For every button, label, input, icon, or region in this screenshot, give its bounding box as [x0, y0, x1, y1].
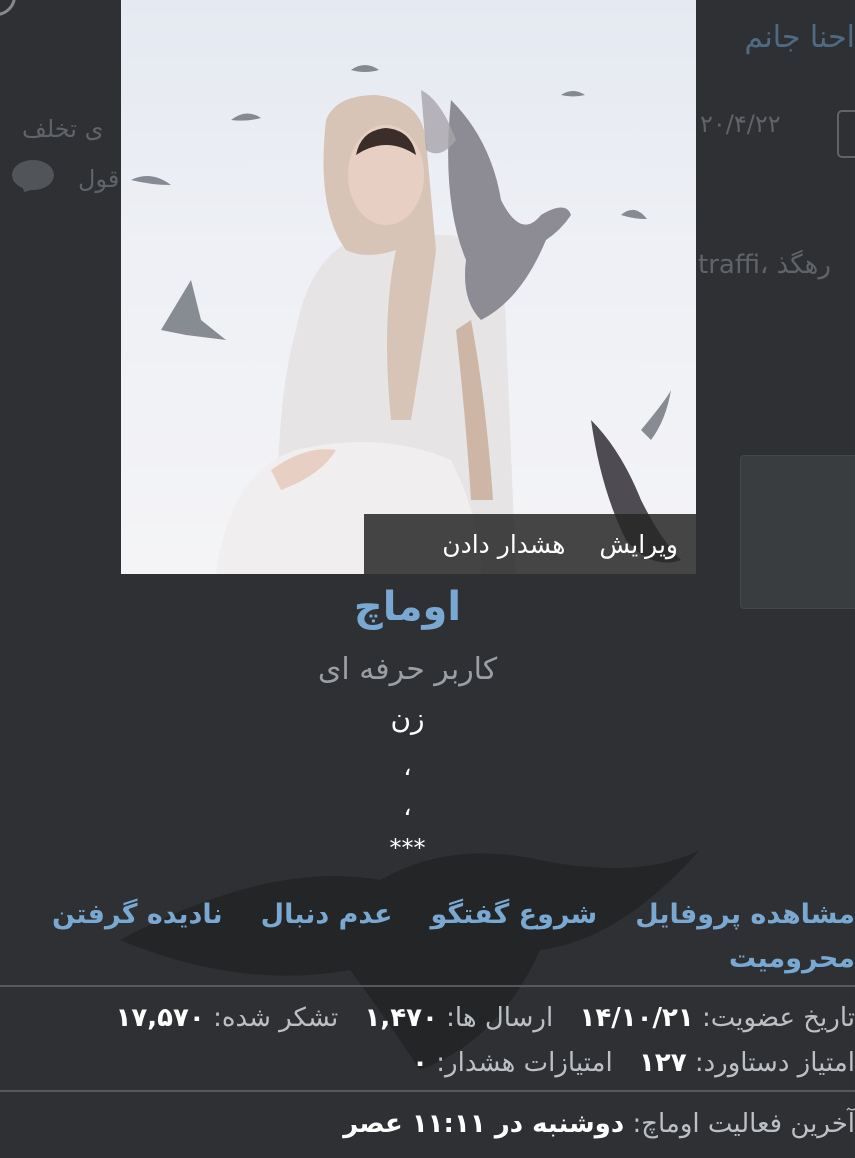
tag-list: traffi، رهگذ	[698, 250, 831, 280]
joined-value: ۱۴/۱۰/۲۱	[579, 1003, 694, 1033]
photo-action-bar: ویرایش هشدار دادن	[364, 514, 696, 574]
user-stats: تاریخ عضویت: ۱۴/۱۰/۲۱ ارسال ها: ۱,۴۷۰ تش…	[0, 996, 855, 1086]
snippet-text: ی تخلف	[22, 115, 104, 143]
warn-button[interactable]: هشدار دادن	[442, 530, 565, 559]
thanks-value: ۱۷,۵۷۰	[115, 1003, 205, 1033]
avatar-ring-icon	[0, 0, 16, 16]
comment-icon	[12, 160, 54, 190]
bookmark-icon	[837, 110, 855, 158]
snippet-text: قول	[78, 165, 120, 193]
user-stars: ***	[389, 834, 426, 862]
custom-field: ،	[403, 752, 412, 782]
thread-title: احنا جانم	[744, 20, 855, 55]
start-conversation-link[interactable]: شروع گفتگو	[430, 893, 597, 937]
divider	[0, 985, 855, 987]
last-activity-label: آخرین فعالیت اوماچ:	[632, 1109, 855, 1139]
username[interactable]: اوماچ	[0, 584, 815, 630]
warnings-value: ۰	[412, 1048, 429, 1078]
custom-field: ،	[403, 792, 412, 822]
points-label: امتیاز دستاورد:	[694, 1048, 855, 1078]
thanks-label: تشکر شده:	[213, 1003, 339, 1033]
joined-label: تاریخ عضویت:	[701, 1003, 855, 1033]
user-title: کاربر حرفه ای	[317, 652, 498, 687]
profile-actions: مشاهده پروفایل شروع گفتگو عدم دنبال نادی…	[0, 893, 855, 981]
edit-button[interactable]: ویرایش	[599, 530, 678, 559]
warnings-label: امتیازات هشدار:	[436, 1048, 613, 1078]
ban-link[interactable]: محرومیت	[729, 937, 855, 981]
points-value[interactable]: ۱۲۷	[639, 1048, 687, 1078]
post-date: ۲۰/۴/۲۲	[700, 110, 781, 138]
profile-photo: ویرایش هشدار دادن	[121, 0, 696, 574]
posts-label: ارسال ها:	[446, 1003, 554, 1033]
last-activity-value: دوشنبه در ۱۱:۱۱ عصر	[343, 1109, 625, 1139]
divider	[0, 1090, 855, 1092]
gender-field: زن	[390, 702, 425, 735]
view-profile-link[interactable]: مشاهده پروفایل	[635, 893, 855, 937]
ignore-link[interactable]: نادیده گرفتن	[52, 893, 223, 937]
posts-value[interactable]: ۱,۴۷۰	[365, 1003, 438, 1033]
last-activity: آخرین فعالیت اوماچ: دوشنبه در ۱۱:۱۱ عصر	[0, 1102, 855, 1146]
unfollow-link[interactable]: عدم دنبال	[261, 893, 393, 937]
